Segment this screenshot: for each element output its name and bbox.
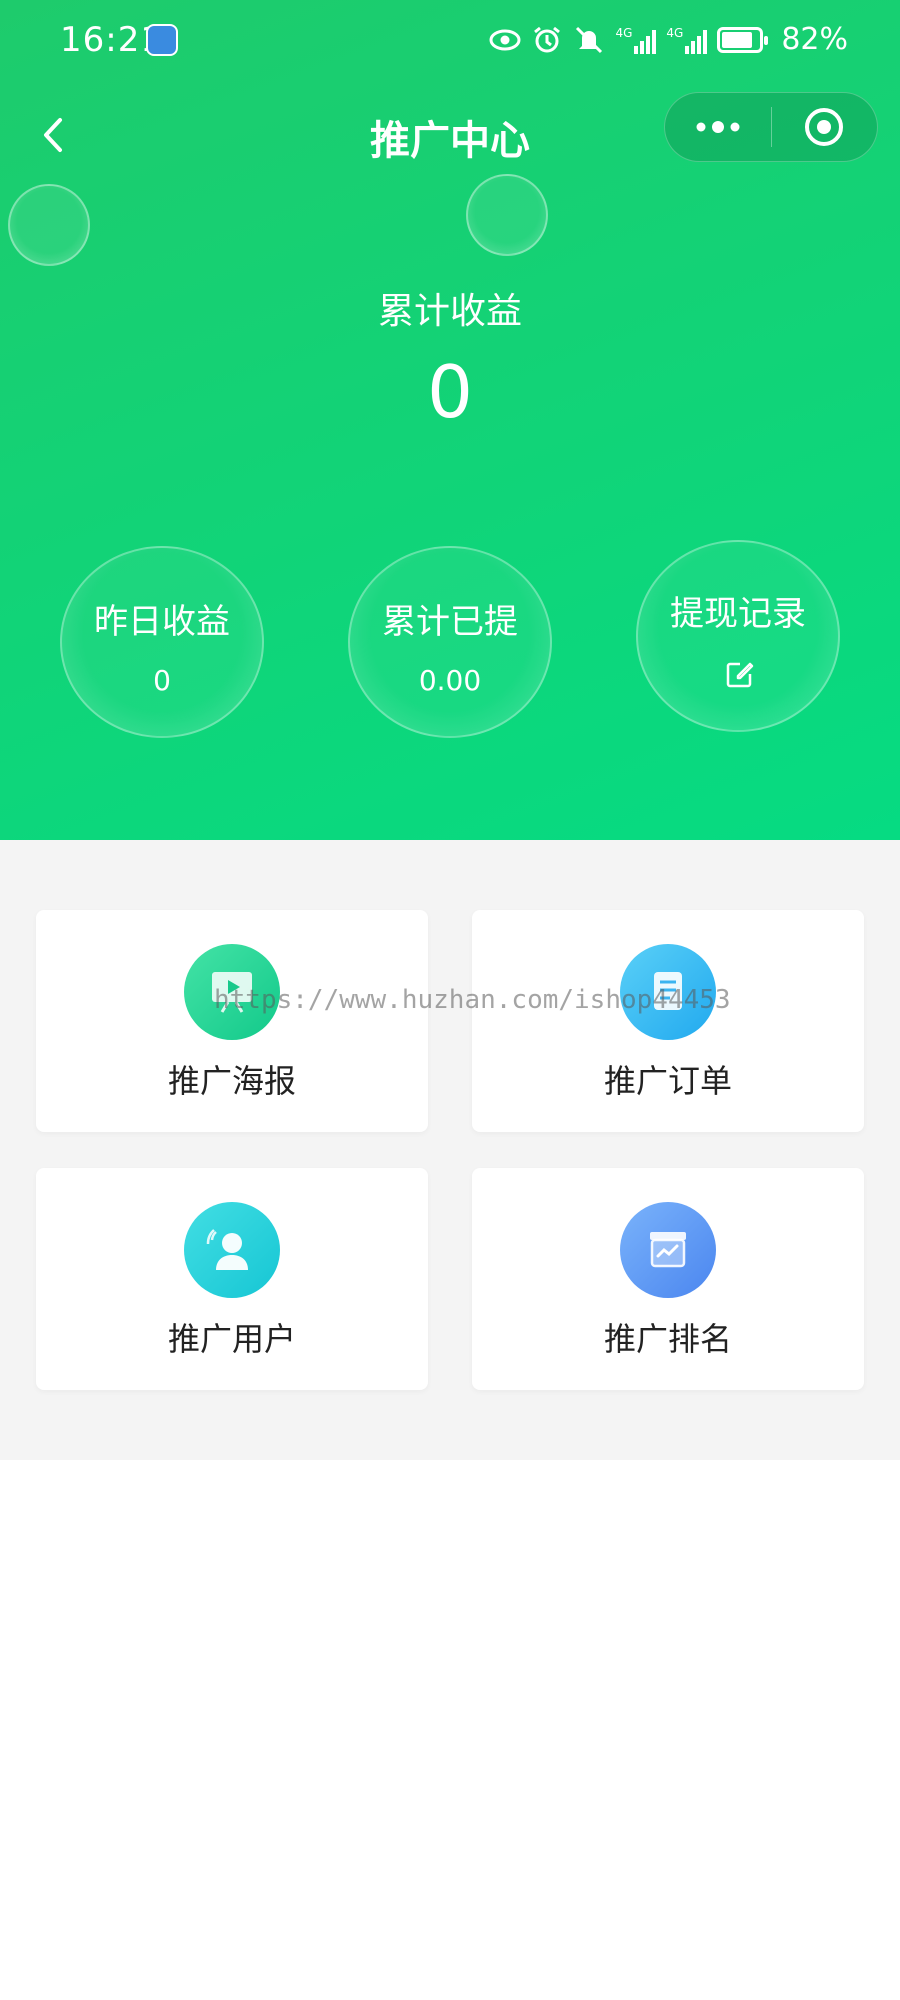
total-earnings-label: 累计收益 [377, 291, 522, 332]
network-type-label: 4G [666, 25, 684, 40]
more-dots-icon [696, 121, 740, 133]
nav-bar: 推广中心 [0, 90, 900, 180]
menu-item-label: 推广用户 [167, 1320, 296, 1358]
stat-label: 昨日收益 [94, 602, 230, 642]
stat-value: 0.00 [418, 664, 482, 697]
watermark-text: https://www.huzhan.com/ishop44453 [214, 985, 731, 1015]
mute-icon [576, 26, 603, 53]
close-button[interactable] [772, 93, 878, 161]
menu-item-label: 推广订单 [603, 1062, 732, 1100]
menu-section: 推广海报 推广订单 推广用户 推广排名 [0, 840, 900, 1460]
hero-header: 16:21 4G 4G 82% 推广中心 累计收益 0 昨日收益 0 累计已提 … [0, 0, 900, 840]
mini-program-capsule [664, 92, 878, 162]
stat-label: 累计已提 [382, 602, 518, 642]
withdraw-records-button[interactable]: 提现记录 [636, 540, 840, 732]
signal-4g-icon: 4G [615, 25, 657, 54]
menu-item-orders[interactable]: 推广订单 [472, 910, 864, 1132]
total-earnings-value: 0 [427, 350, 473, 434]
target-circle-icon [805, 108, 844, 146]
decor-bubble [8, 184, 90, 266]
stat-label: 提现记录 [670, 594, 806, 634]
stat-yesterday-earnings: 昨日收益 0 [60, 546, 264, 738]
stat-total-withdrawn: 累计已提 0.00 [348, 546, 552, 738]
network-type-label: 4G [615, 25, 633, 40]
stat-value: 0 [153, 664, 171, 697]
signal-4g-icon: 4G [666, 25, 708, 54]
more-button[interactable] [665, 93, 771, 161]
app-notification-icon [146, 24, 178, 56]
menu-item-label: 推广海报 [167, 1062, 296, 1100]
battery-fill [722, 31, 752, 48]
menu-item-poster[interactable]: 推广海报 [36, 910, 428, 1132]
alarm-icon [534, 26, 561, 52]
menu-item-ranking[interactable]: 推广排名 [472, 1168, 864, 1390]
status-bar: 16:21 4G 4G 82% [0, 0, 900, 80]
menu-item-label: 推广排名 [603, 1320, 732, 1358]
decor-bubble [466, 174, 548, 256]
battery-percent: 82% [781, 22, 848, 57]
user-icon [184, 1202, 280, 1298]
edit-icon [726, 662, 754, 688]
ranking-icon [620, 1202, 716, 1298]
menu-item-users[interactable]: 推广用户 [36, 1168, 428, 1390]
battery-icon [717, 26, 769, 53]
eye-icon [489, 29, 521, 50]
